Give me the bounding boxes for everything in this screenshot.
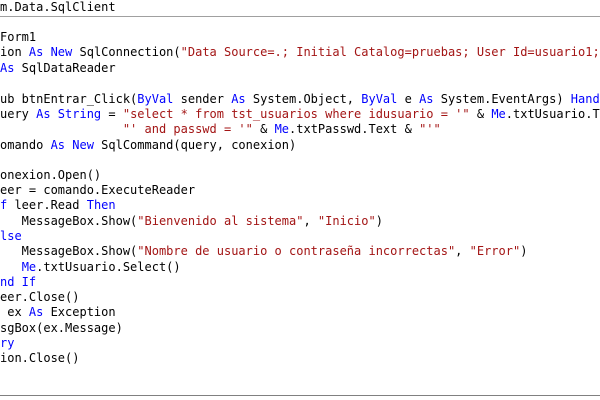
code-token: leer.Read — [7, 198, 87, 212]
code-token: eer.Close() — [0, 290, 80, 304]
code-token: SqlDataReader — [14, 61, 116, 75]
code-token: sgBox(ex.Message) — [0, 321, 123, 335]
keyword-token: Me — [21, 260, 37, 274]
code-token: SqlCommand(query, conexion) — [93, 138, 297, 152]
code-line[interactable]: eer.Close() — [0, 290, 79, 305]
code-token: ion.Close() — [0, 351, 80, 365]
keyword-token: As New — [28, 45, 73, 59]
code-token: , — [455, 244, 470, 258]
keyword-token: ry — [0, 336, 15, 350]
code-token: = — [101, 107, 123, 121]
keyword-token: Me — [491, 107, 506, 121]
code-token: .txtUsuario.Te — [505, 107, 600, 121]
code-line[interactable]: nd If — [0, 275, 36, 290]
code-line[interactable]: f leer.Read Then — [0, 198, 116, 213]
code-editor[interactable]: m.Data.SqlClient Form1 ion As New SqlConne… — [0, 0, 600, 400]
keyword-token: As — [419, 92, 434, 106]
keyword-token: Handl — [570, 92, 600, 106]
code-token: ) — [375, 214, 383, 228]
code-token: ub btnEntrar_Click( — [0, 92, 138, 106]
string-token: "Nombre de usuario o contraseña incorrec… — [137, 244, 456, 258]
code-line[interactable]: "' and passwd = '" & Me.txtPasswd.Text &… — [0, 122, 441, 137]
code-token: MessageBox.Show( — [0, 244, 138, 258]
keyword-token: nd If — [0, 275, 37, 289]
code-line[interactable]: eer = comando.ExecuteReader — [0, 183, 195, 198]
string-token: "' and passwd = '" — [122, 122, 253, 136]
code-line[interactable]: MessageBox.Show("Nombre de usuario o con… — [0, 244, 528, 259]
keyword-token: As String — [36, 107, 102, 121]
code-line[interactable]: Me.txtUsuario.Select() — [0, 260, 181, 275]
bottom-separator — [0, 395, 600, 396]
code-token: m.Data.SqlClient — [0, 0, 116, 14]
keyword-token: Me — [274, 122, 290, 136]
code-line[interactable]: ry — [0, 336, 14, 351]
code-token: SqlConnection( — [72, 45, 181, 59]
keyword-token: As — [28, 305, 44, 319]
code-token: omando — [0, 138, 51, 152]
code-line[interactable]: uery As String = "select * from tst_usua… — [0, 107, 600, 122]
code-token: , — [303, 214, 318, 228]
code-line[interactable]: omando As New SqlCommand(query, conexion… — [0, 138, 296, 153]
keyword-token: As — [231, 92, 246, 106]
keyword-token: Then — [86, 198, 116, 212]
code-token: uery — [0, 107, 37, 121]
keyword-token: ByVal — [137, 92, 174, 106]
code-token: ex — [0, 305, 29, 319]
code-line[interactable]: ex As Exception — [0, 305, 116, 320]
code-line[interactable]: onexion.Open() — [0, 168, 101, 183]
code-token: .txtUsuario.Select() — [36, 260, 181, 274]
code-line[interactable]: Form1 — [0, 30, 36, 45]
code-token: System.EventArgs) — [433, 92, 571, 106]
keyword-token: As New — [50, 138, 94, 152]
code-token: Exception — [43, 305, 116, 319]
code-line[interactable]: sgBox(ex.Message) — [0, 321, 123, 336]
code-line[interactable]: ion As New SqlConnection("Data Source=.;… — [0, 45, 600, 60]
string-token: "Bienvenido al sistema" — [137, 214, 304, 228]
code-token: Form1 — [0, 30, 37, 44]
code-token: System.Object, — [245, 92, 362, 106]
code-token: eer = comando.ExecuteReader — [0, 183, 196, 197]
code-token: sender — [173, 92, 232, 106]
code-token: ) — [520, 244, 528, 258]
code-line[interactable]: lse — [0, 229, 22, 244]
code-line[interactable]: ion.Close() — [0, 351, 79, 366]
top-separator — [0, 16, 600, 17]
code-token: onexion.Open() — [0, 168, 102, 182]
keyword-token: ByVal — [361, 92, 398, 106]
string-token: "'" — [419, 122, 441, 136]
code-line[interactable]: m.Data.SqlClient — [0, 0, 116, 15]
code-line[interactable]: ub btnEntrar_Click(ByVal sender As Syste… — [0, 92, 600, 107]
code-token: e — [397, 92, 420, 106]
keyword-token: lse — [0, 229, 22, 243]
code-line[interactable]: MessageBox.Show("Bienvenido al sistema",… — [0, 214, 383, 229]
string-token: "Inicio" — [317, 214, 376, 228]
code-token: MessageBox.Show( — [0, 214, 138, 228]
code-token: & — [252, 122, 275, 136]
string-token: "select * from tst_usuarios where idusua… — [122, 107, 470, 121]
string-token: "Error" — [469, 244, 521, 258]
string-token: "Data Source=.; Initial Catalog=pruebas;… — [180, 45, 600, 59]
code-token: & — [469, 107, 492, 121]
keyword-token: As — [0, 61, 15, 75]
code-line[interactable]: As SqlDataReader — [0, 61, 116, 76]
code-token: ion — [0, 45, 29, 59]
code-token: .txtPasswd.Text & — [289, 122, 420, 136]
